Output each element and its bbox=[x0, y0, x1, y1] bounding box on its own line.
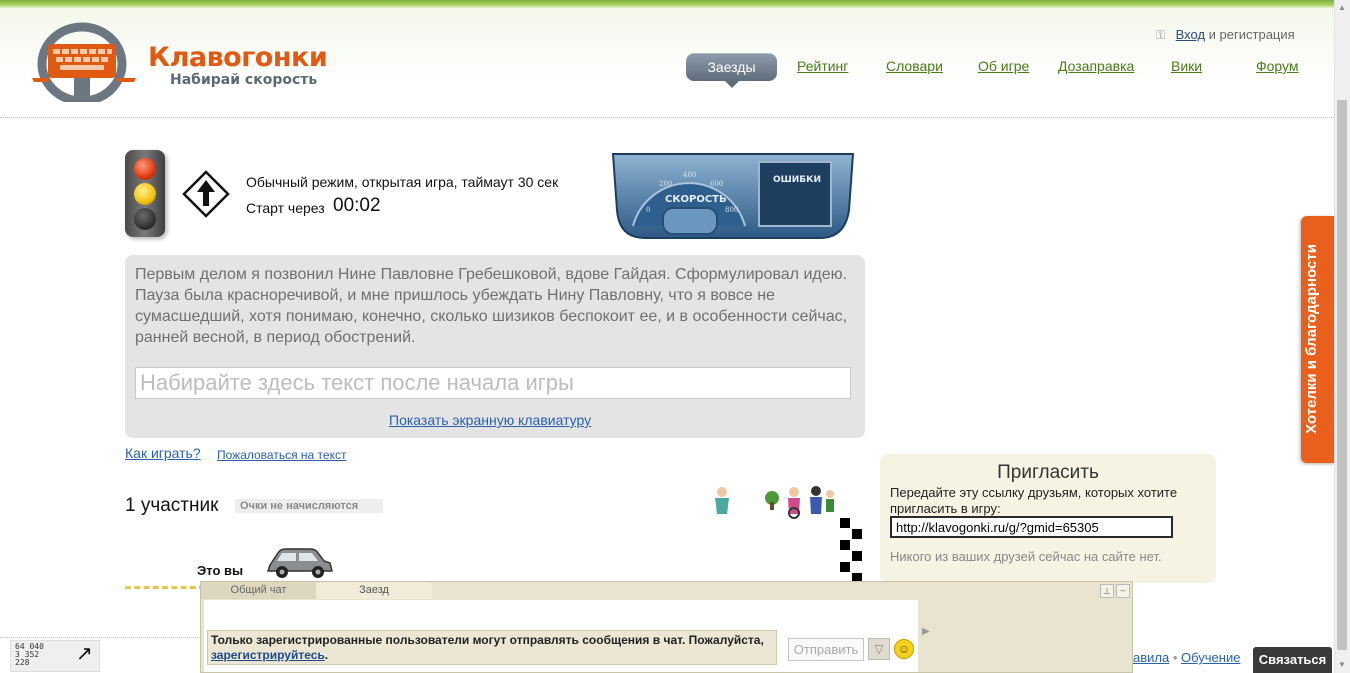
nav-item-forum[interactable]: Форум bbox=[1256, 58, 1299, 74]
chat-tab-race[interactable]: Заезд bbox=[316, 582, 432, 599]
invite-link-field[interactable] bbox=[890, 516, 1173, 538]
speed-tick-600: 600 bbox=[710, 180, 723, 188]
nav-item-rating[interactable]: Рейтинг bbox=[797, 58, 848, 74]
traffic-light-icon bbox=[125, 150, 165, 237]
start-timer: 00:02 bbox=[333, 195, 381, 216]
nav-link-dictionaries[interactable]: Словари bbox=[886, 58, 943, 74]
red-lamp bbox=[134, 158, 156, 180]
direction-sign-icon bbox=[182, 170, 230, 218]
footer-training-link[interactable]: Обучение bbox=[1181, 650, 1240, 665]
counter-line-3: 228 bbox=[15, 658, 30, 667]
scrollbar-thumb[interactable] bbox=[1337, 100, 1347, 650]
header-divider bbox=[0, 117, 1334, 118]
chat-user-list bbox=[930, 600, 1132, 672]
spectators-icon bbox=[715, 486, 834, 519]
yellow-lamp bbox=[134, 183, 156, 205]
chat-userlist-toggle-icon[interactable]: ▶ bbox=[922, 626, 930, 637]
no-points-badge: Очки не начисляются bbox=[235, 499, 383, 513]
finish-flag-icon bbox=[840, 518, 862, 582]
chat-register-link[interactable]: зарегистрируйтесь bbox=[211, 648, 325, 662]
game-mode-text: Обычный режим, открытая игра, таймаут 30… bbox=[246, 174, 559, 190]
footer-separator: • bbox=[1172, 650, 1182, 665]
nav-link-about[interactable]: Об игре bbox=[978, 58, 1029, 74]
header-grass-strip bbox=[0, 0, 1334, 8]
errors-label: ОШИБКИ bbox=[773, 175, 821, 185]
speed-tick-800: 800 bbox=[725, 206, 738, 214]
start-label: Старт через bbox=[246, 200, 325, 216]
dashboard-panel: 0 200 400 600 800 СКОРОСТЬ ОШИБКИ bbox=[611, 153, 855, 239]
chat-send-button[interactable]: Отправить bbox=[788, 638, 864, 661]
footer-divider bbox=[0, 637, 200, 638]
nav-item-wiki[interactable]: Вики bbox=[1171, 58, 1202, 74]
login-block: ⚿ Вход и регистрация bbox=[1156, 27, 1295, 43]
feedback-side-tab[interactable]: Хотелки и благодарности bbox=[1301, 216, 1335, 463]
invite-title: Пригласить bbox=[997, 462, 1099, 483]
visit-counter-text: 64 040 3 352 228 bbox=[15, 643, 44, 667]
nav-item-dictionaries[interactable]: Словари bbox=[886, 58, 943, 74]
chat-notice-text: Только зарегистрированные пользователи м… bbox=[211, 633, 764, 647]
how-to-play-link[interactable]: Как играть? bbox=[125, 445, 201, 461]
show-keyboard-link[interactable]: Показать экранную клавиатуру bbox=[389, 412, 591, 428]
typing-input[interactable] bbox=[135, 367, 851, 399]
race-track-line bbox=[125, 586, 205, 589]
invite-description: Передайте эту ссылку друзьям, которых хо… bbox=[890, 485, 1178, 516]
game-text: Первым делом я позвонил Нине Павловне Гр… bbox=[135, 266, 848, 346]
speed-tick-0: 0 bbox=[646, 206, 650, 214]
speed-tick-400: 400 bbox=[683, 171, 696, 179]
complain-text-link[interactable]: Пожаловаться на текст bbox=[217, 448, 346, 462]
this-is-you-label: Это вы bbox=[197, 563, 244, 578]
nav-link-rating[interactable]: Рейтинг bbox=[797, 58, 848, 74]
chat-register-notice: Только зарегистрированные пользователи м… bbox=[207, 630, 777, 665]
footer-rules-link[interactable]: авила bbox=[1133, 650, 1169, 665]
scroll-down-arrow-icon[interactable]: ▼ bbox=[1334, 657, 1350, 673]
chat-filter-icon[interactable]: ▽ bbox=[868, 638, 890, 660]
nav-link-wiki[interactable]: Вики bbox=[1171, 58, 1202, 74]
nav-item-about[interactable]: Об игре bbox=[978, 58, 1029, 74]
invite-no-friends-text: Никого из ваших друзей сейчас на сайте н… bbox=[890, 549, 1162, 564]
nav-item-refuel[interactable]: Дозаправка bbox=[1058, 58, 1134, 74]
login-register-text: и регистрация bbox=[1208, 27, 1295, 42]
feedback-side-tab-label: Хотелки и благодарности bbox=[1303, 244, 1320, 434]
footer-links: авила • Обучение bbox=[1133, 650, 1240, 665]
participants-count: 1 участник bbox=[125, 495, 219, 516]
login-link[interactable]: Вход bbox=[1176, 27, 1205, 42]
speed-label: СКОРОСТЬ bbox=[665, 194, 727, 205]
green-lamp bbox=[134, 208, 156, 230]
chat-pin-icon[interactable]: ⊥ bbox=[1100, 584, 1114, 598]
logo-subtitle: Набирай скорость bbox=[170, 72, 318, 88]
nav-tab-races[interactable]: Заезды bbox=[686, 53, 777, 88]
speed-tick-200: 200 bbox=[659, 180, 672, 188]
logo-title[interactable]: Клавогонки bbox=[148, 42, 328, 73]
chat-tab-general[interactable]: Общий чат bbox=[201, 582, 316, 599]
key-icon: ⚿ bbox=[1156, 28, 1166, 42]
nav-link-forum[interactable]: Форум bbox=[1256, 58, 1299, 74]
chat-minimize-icon[interactable]: – bbox=[1116, 584, 1130, 598]
counter-arrow-icon: ↗ bbox=[76, 643, 93, 665]
scroll-up-arrow-icon[interactable]: ▲ bbox=[1334, 0, 1350, 16]
nav-link-refuel[interactable]: Дозаправка bbox=[1058, 58, 1134, 74]
chat-notice-period: . bbox=[324, 648, 329, 662]
contact-button[interactable]: Связаться bbox=[1253, 647, 1332, 673]
chat-smiley-icon[interactable]: ☺ bbox=[894, 639, 914, 659]
player-car-icon bbox=[266, 548, 333, 578]
logo-steering-wheel-icon[interactable] bbox=[30, 20, 138, 102]
